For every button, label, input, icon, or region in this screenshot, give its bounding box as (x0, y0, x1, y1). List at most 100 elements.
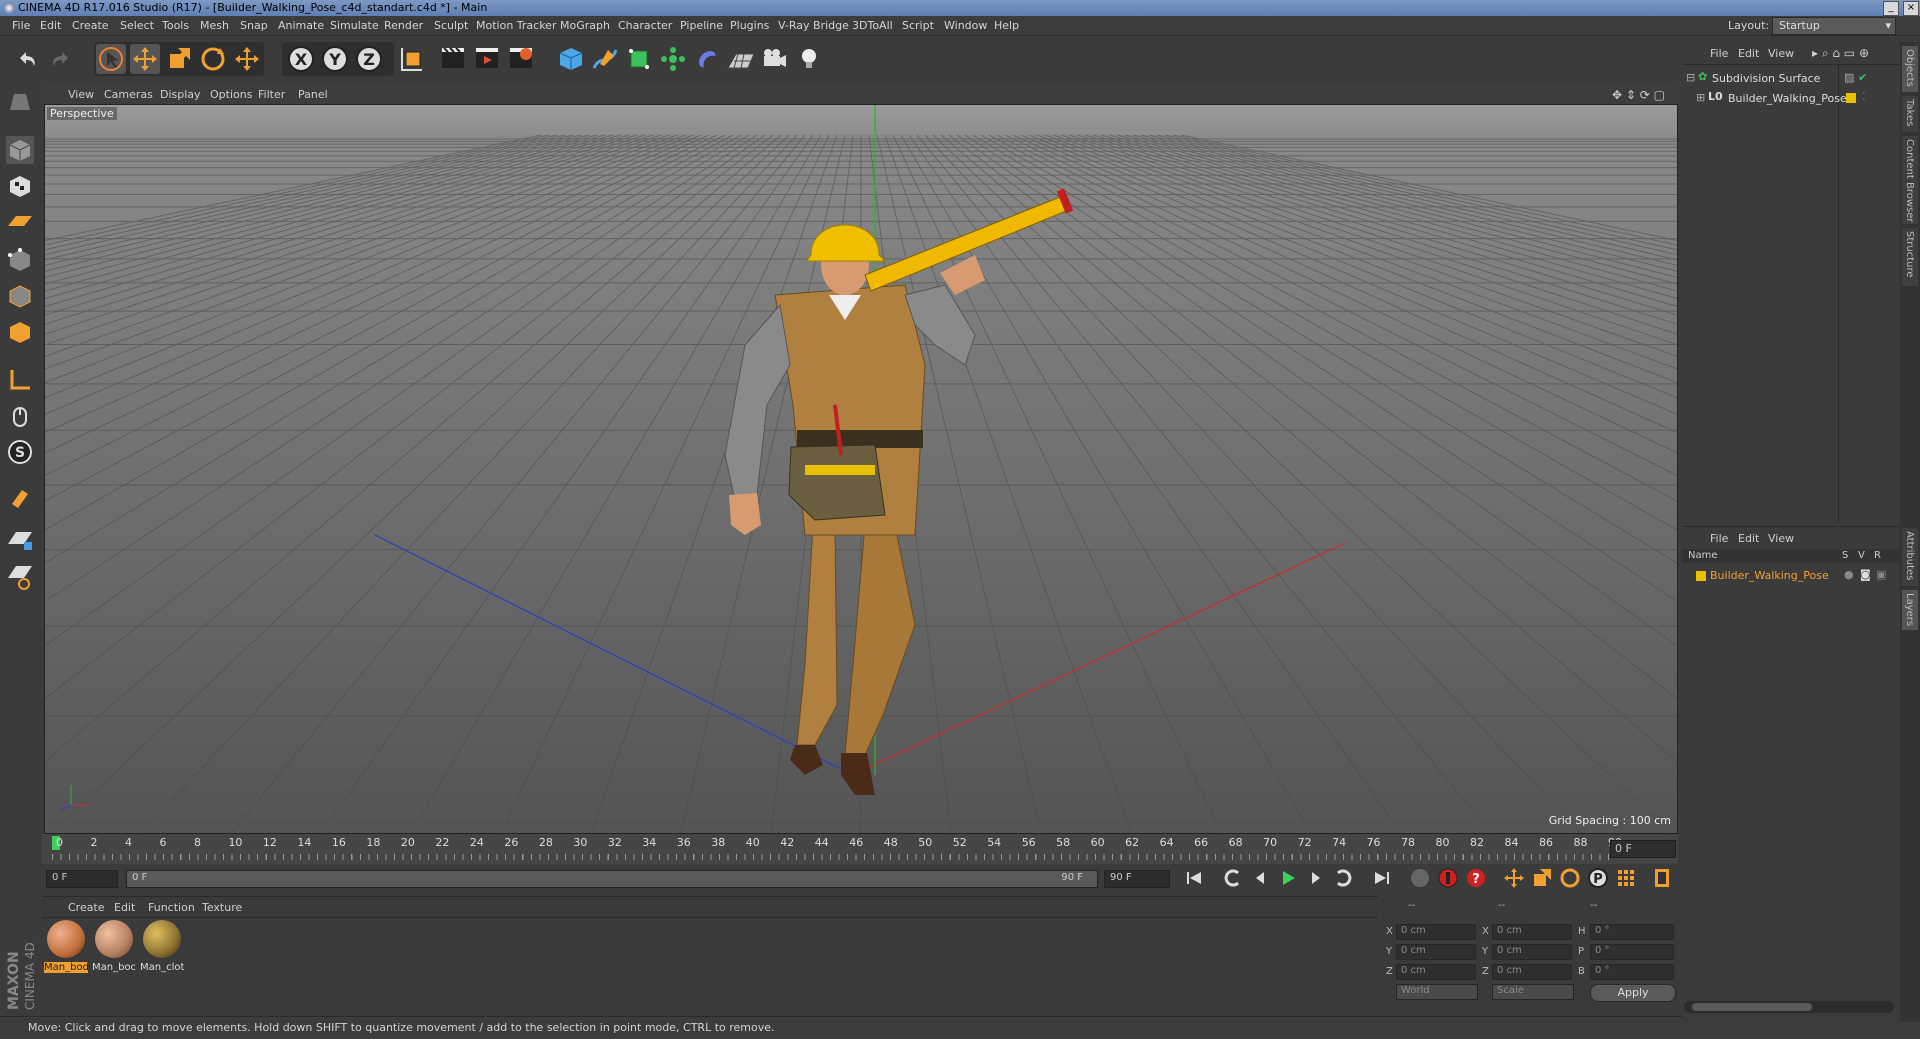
layer-color-swatch[interactable] (1846, 93, 1856, 103)
menu-3dtoall[interactable]: 3DToAll (852, 19, 893, 32)
key-rotation-button[interactable] (1558, 866, 1582, 890)
next-frame-button[interactable] (1304, 866, 1328, 890)
tab-structure[interactable]: Structure (1902, 228, 1918, 286)
material-swatch[interactable]: Man_clot (140, 918, 184, 976)
menu-file[interactable]: File (12, 19, 30, 32)
rotate-tool[interactable] (198, 44, 228, 74)
layer-menu-file[interactable]: File (1710, 532, 1728, 545)
floor-object-button[interactable] (726, 44, 756, 74)
workplane-mode-icon[interactable] (6, 208, 34, 236)
layer-menu-edit[interactable]: Edit (1738, 532, 1759, 545)
object-menu-file[interactable]: File (1710, 47, 1728, 60)
texture-mode-icon[interactable] (6, 172, 34, 200)
viewport-menu-filter[interactable]: Filter (258, 88, 285, 101)
z-axis-lock-button[interactable]: Z (354, 44, 384, 74)
menu-plugins[interactable]: Plugins (730, 19, 769, 32)
menu-mograph[interactable]: MoGraph (560, 19, 610, 32)
material-menu-create[interactable]: Create (68, 901, 105, 914)
menu-motion-tracker[interactable]: Motion Tracker (476, 19, 556, 32)
material-menu-edit[interactable]: Edit (114, 901, 135, 914)
size-z-field[interactable]: 0 cm (1492, 964, 1572, 980)
workplane-align-icon[interactable] (6, 562, 34, 590)
viewport-menu-options[interactable]: Options (210, 88, 252, 101)
menu-select[interactable]: Select (120, 19, 154, 32)
layer-scrollbar[interactable] (1684, 1001, 1894, 1013)
cube-object-button[interactable] (556, 44, 586, 74)
key-position-button[interactable] (1502, 866, 1526, 890)
record-active-objects-button[interactable] (1408, 866, 1432, 890)
pen-spline-button[interactable] (590, 44, 620, 74)
size-x-field[interactable]: 0 cm (1492, 924, 1572, 940)
position-z-field[interactable]: 0 cm (1396, 964, 1476, 980)
menu-simulate[interactable]: Simulate (330, 19, 379, 32)
preview-range-slider[interactable]: 0 F 90 F (126, 870, 1098, 888)
menu-vray-bridge[interactable]: V-Ray Bridge (778, 19, 849, 32)
menu-pipeline[interactable]: Pipeline (680, 19, 723, 32)
size-y-field[interactable]: 0 cm (1492, 944, 1572, 960)
position-x-field[interactable]: 0 cm (1396, 924, 1476, 940)
viewport-menu-display[interactable]: Display (160, 88, 201, 101)
timeline-window-button[interactable] (1650, 866, 1674, 890)
object-manager-toolbar-icons[interactable]: ▸ ⌕ ⌂ ▭ ⊕ (1812, 46, 1869, 61)
menu-character[interactable]: Character (618, 19, 672, 32)
solo-toggle-icon[interactable]: ● (1844, 568, 1854, 581)
move-tool[interactable] (130, 44, 160, 74)
collapse-icon[interactable]: ⊟ (1686, 71, 1695, 84)
undo-button[interactable] (12, 44, 42, 74)
subdivision-surface-button[interactable] (624, 44, 654, 74)
tab-layers[interactable]: Layers (1902, 590, 1918, 630)
polygons-mode-icon[interactable] (6, 318, 34, 346)
menu-mesh[interactable]: Mesh (200, 19, 229, 32)
rotation-p-field[interactable]: 0 ° (1590, 944, 1674, 960)
size-mode-select[interactable]: Scale (1492, 984, 1574, 1000)
menu-script[interactable]: Script (902, 19, 934, 32)
menu-render[interactable]: Render (384, 19, 423, 32)
camera-object-button[interactable] (760, 44, 790, 74)
deformer-button[interactable] (692, 44, 722, 74)
menu-sculpt[interactable]: Sculpt (434, 19, 468, 32)
visibility-dots-icon[interactable]: ⁚ (1862, 90, 1866, 103)
expand-icon[interactable]: ⊞ (1696, 91, 1705, 104)
y-axis-lock-button[interactable]: Y (320, 44, 350, 74)
object-menu-edit[interactable]: Edit (1738, 47, 1759, 60)
scrollbar-thumb[interactable] (1692, 1003, 1812, 1011)
object-menu-view[interactable]: View (1768, 47, 1794, 60)
viewport-menu-view[interactable]: View (68, 88, 94, 101)
render-view-button[interactable] (438, 44, 468, 74)
redo-button[interactable] (46, 44, 76, 74)
layer-row[interactable]: Builder_Walking_Pose ● ◙ ▣ (1686, 567, 1896, 583)
axis-mode-icon[interactable] (6, 366, 34, 394)
menu-tools[interactable]: Tools (162, 19, 189, 32)
next-key-button[interactable] (1332, 866, 1356, 890)
tab-takes[interactable]: Takes (1902, 96, 1918, 132)
menu-snap[interactable]: Snap (240, 19, 268, 32)
current-frame-field[interactable]: 0 F (1610, 840, 1676, 858)
coordinate-mode-select[interactable]: World (1396, 984, 1478, 1000)
key-parameter-button[interactable]: P (1586, 866, 1610, 890)
snap-icon[interactable]: S (6, 438, 34, 466)
render-toggle-icon[interactable]: ▣ (1876, 568, 1886, 581)
material-menu-function[interactable]: Function (148, 901, 195, 914)
viewport-camera-label[interactable]: Perspective (47, 107, 117, 120)
menu-animate[interactable]: Animate (278, 19, 324, 32)
viewport-navigation-icons[interactable]: ✥ ⇕ ⟳ ▢ (1612, 88, 1665, 102)
menu-window[interactable]: Window (944, 19, 987, 32)
position-y-field[interactable]: 0 cm (1396, 944, 1476, 960)
transform-tool[interactable] (232, 44, 262, 74)
autokeying-button[interactable] (1436, 866, 1460, 890)
apply-button[interactable]: Apply (1590, 984, 1676, 1002)
previous-frame-button[interactable] (1248, 866, 1272, 890)
points-mode-icon[interactable] (6, 246, 34, 274)
material-menu-texture[interactable]: Texture (202, 901, 242, 914)
cloner-button[interactable] (658, 44, 688, 74)
object-row[interactable]: ⊟ ✿ Subdivision Surface ▨ ✔ (1686, 70, 1896, 86)
play-forward-button[interactable] (1276, 866, 1300, 890)
menu-help[interactable]: Help (994, 19, 1019, 32)
tab-content-browser[interactable]: Content Browser (1902, 136, 1918, 224)
key-scale-button[interactable] (1530, 866, 1554, 890)
render-settings-button[interactable] (506, 44, 536, 74)
go-to-start-button[interactable] (1182, 866, 1206, 890)
enabled-check-icon[interactable]: ✔ (1858, 71, 1867, 84)
end-frame-field[interactable]: 90 F (1104, 870, 1170, 888)
rotation-b-field[interactable]: 0 ° (1590, 964, 1674, 980)
